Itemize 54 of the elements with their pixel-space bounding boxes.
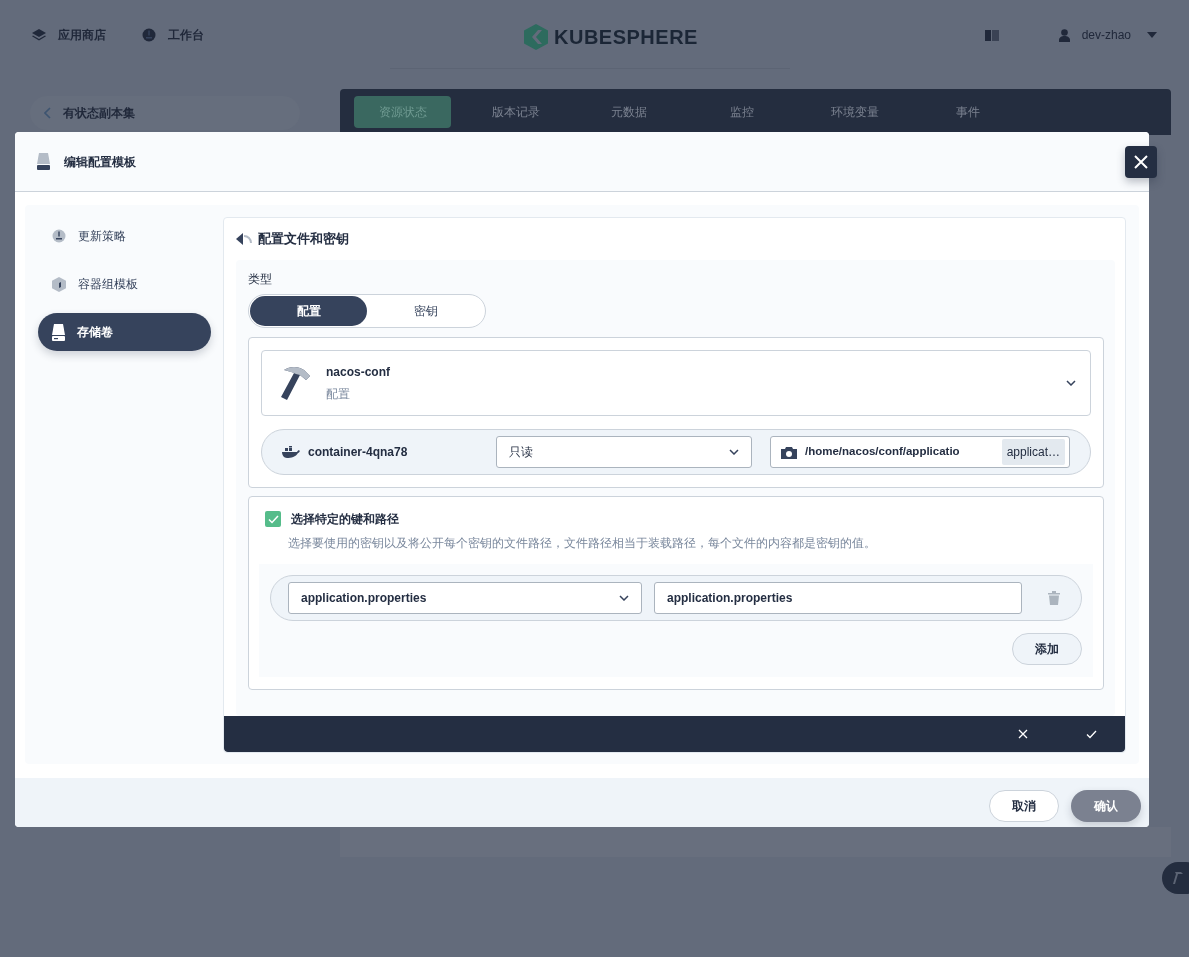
layers-icon: [32, 29, 46, 41]
tab[interactable]: 环境变量: [806, 96, 903, 128]
logo-text: KUBESPHERE: [554, 25, 698, 50]
type-option[interactable]: 密钥: [367, 296, 484, 326]
path-input[interactable]: application.properties: [654, 582, 1022, 614]
mode-select[interactable]: 只读: [496, 436, 752, 468]
resource-select[interactable]: nacos-conf 配置: [261, 350, 1091, 416]
check-icon: [1085, 729, 1097, 739]
tab[interactable]: 元数据: [580, 96, 677, 128]
chevron-left-icon: [44, 107, 51, 119]
close-icon: [1134, 155, 1148, 169]
add-button[interactable]: 添加: [1012, 633, 1082, 665]
camera-icon: [781, 445, 797, 459]
close-button[interactable]: [1125, 146, 1157, 178]
tab[interactable]: 事件: [919, 96, 1016, 128]
checkbox-label: 选择特定的键和路径: [291, 511, 399, 528]
hammer-icon: [1172, 871, 1184, 885]
cube-icon: [52, 276, 66, 292]
section-title: 配置文件和密钥: [258, 230, 349, 249]
resource-name: nacos-conf: [326, 364, 391, 381]
trash-icon[interactable]: [1048, 591, 1060, 605]
tab[interactable]: 版本记录: [467, 96, 564, 128]
container-name: container-4qna78: [308, 444, 409, 461]
back-arrow-icon[interactable]: [236, 233, 252, 245]
cancel-button[interactable]: 取消: [989, 790, 1059, 822]
type-option[interactable]: 配置: [250, 296, 367, 326]
gauge-icon: [52, 229, 66, 243]
mount-path-field[interactable]: /home/nacos/conf/applicatio applicat…: [770, 436, 1070, 468]
drive-icon: [37, 153, 50, 170]
drive-icon: [52, 323, 65, 341]
type-switch[interactable]: 配置 密钥: [248, 294, 486, 328]
close-icon: [1018, 729, 1028, 739]
field-label: 类型: [248, 271, 273, 288]
step-tab[interactable]: 容器组模板: [38, 265, 211, 303]
step-tab[interactable]: 更新策略: [38, 217, 211, 255]
confirm-button[interactable]: 确认: [1071, 790, 1141, 822]
step-tab[interactable]: 存储卷: [38, 313, 211, 351]
logo-icon: [524, 24, 548, 50]
hammer-icon: [280, 366, 310, 400]
resource-kind: 配置: [326, 386, 351, 403]
caret-icon[interactable]: [1147, 32, 1157, 38]
book-icon[interactable]: [984, 29, 999, 41]
sub-path-tag: applicat…: [1001, 439, 1065, 465]
gauge-icon: [142, 28, 156, 42]
key-select[interactable]: application.properties: [288, 582, 642, 614]
whale-icon: [282, 446, 300, 458]
description: 选择要使用的密钥以及将公开每个密钥的文件路径，文件路径相当于装载路径，每个文件的内容都是密钥的值。: [288, 535, 876, 552]
tab[interactable]: 监控: [693, 96, 790, 128]
chevron-down-icon: [729, 449, 739, 455]
user-icon: [1058, 28, 1070, 42]
chevron-down-icon: [619, 595, 629, 601]
modal-title: 编辑配置模板: [64, 153, 136, 171]
checkbox[interactable]: [265, 511, 281, 527]
chevron-down-icon: [1066, 380, 1076, 386]
